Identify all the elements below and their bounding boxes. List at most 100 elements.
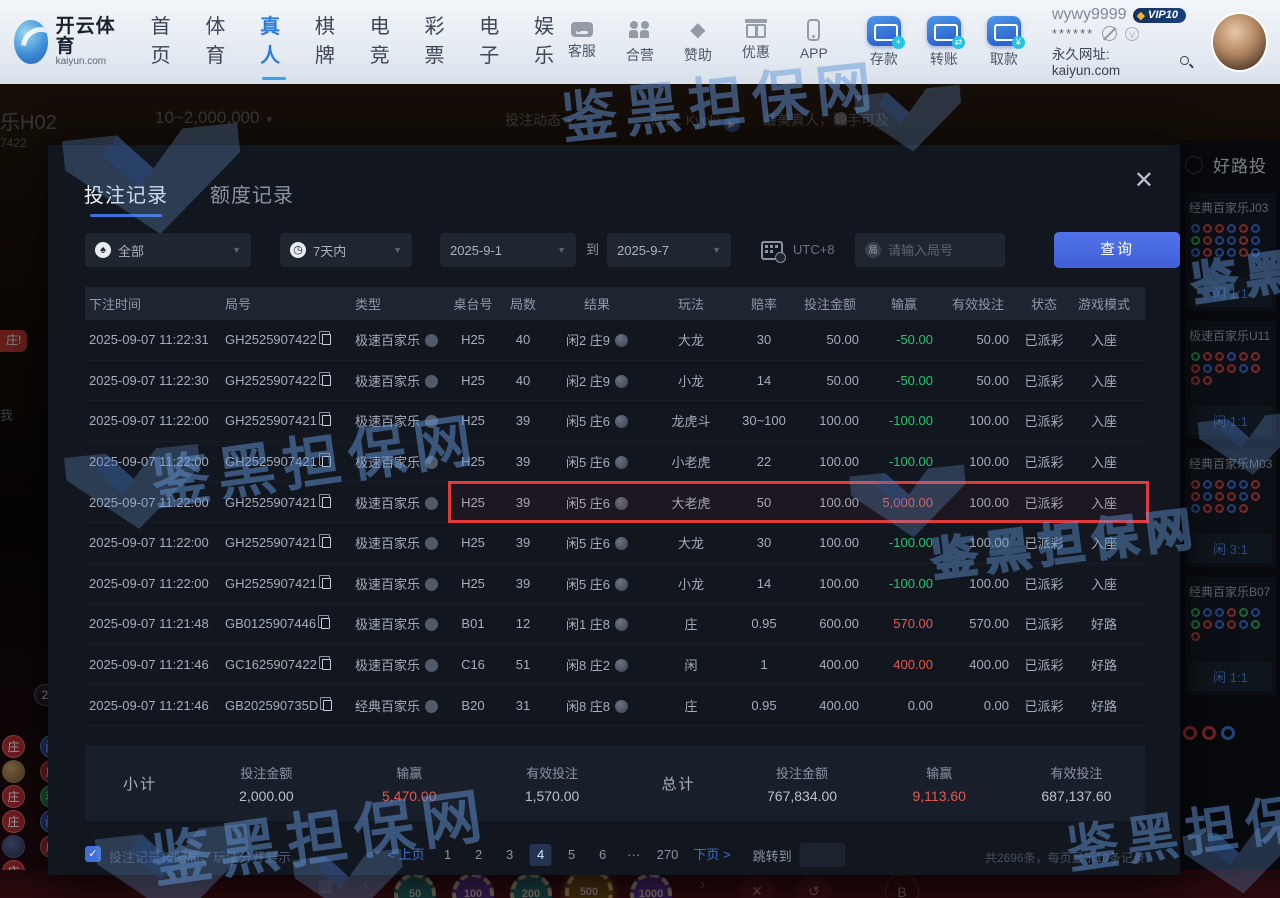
page-2[interactable]: 2 [468,844,490,866]
type-info-icon[interactable] [425,578,438,591]
col-header: 有效投注 [941,294,1015,313]
copy-icon[interactable] [322,537,331,548]
copy-icon[interactable] [322,659,331,670]
quick-link-客服[interactable]: 客服 [562,19,602,65]
page-3[interactable]: 3 [499,844,521,866]
result-detail-icon[interactable] [615,375,628,388]
avatar[interactable] [1213,14,1266,70]
copy-icon[interactable] [321,618,330,629]
modal-tabs: 投注记录 额度记录 [84,179,294,217]
table-row: 2025-09-07 11:22:30GH2525907422极速百家乐H254… [85,361,1145,402]
result-detail-icon[interactable] [615,334,628,347]
page-1[interactable]: 1 [437,844,459,866]
category-dropdown[interactable]: ♠ 全部▼ [85,233,251,267]
transfer-icon: ⇄ [927,16,961,46]
type-info-icon[interactable] [425,375,438,388]
withdraw-icon: ¥ [987,16,1021,46]
quick-link-优惠[interactable]: 优惠 [736,19,776,65]
ellipsis: ··· [623,844,645,866]
next-page-button[interactable]: 下页 > [690,844,733,866]
main-menu: 首页体育真人棋牌电竞彩票电子娱乐 [151,10,562,74]
table-row: 2025-09-07 11:21:46GC1625907422极速百家乐C165… [85,645,1145,686]
date-from-picker[interactable]: 2025-9-1▼ [440,233,576,267]
vip-badge: ◆VIP10 [1133,8,1186,23]
wallet-link-转账[interactable]: ⇄转账 [922,16,966,69]
copy-icon[interactable] [322,415,331,426]
result-detail-icon[interactable] [615,456,628,469]
eye-off-icon[interactable] [1102,26,1117,41]
copy-icon[interactable] [323,700,332,711]
tab-quota-records[interactable]: 额度记录 [210,179,294,217]
type-info-icon[interactable] [425,659,438,672]
col-header: 输赢 [867,294,941,313]
coin-icon[interactable]: V [1125,27,1139,41]
period-dropdown[interactable]: ◷ 7天内▼ [280,233,412,267]
phone-icon [807,19,820,41]
menu-item-2[interactable]: 体育 [205,10,233,74]
page-5[interactable]: 5 [561,844,583,866]
menu-item-5[interactable]: 电竞 [370,10,398,74]
col-header: 投注金额 [793,294,867,313]
total-label: 总计 [623,773,733,794]
result-detail-icon[interactable] [615,700,628,713]
logo-title: 开云体育 [56,17,117,57]
menu-item-7[interactable]: 电子 [479,10,507,74]
bet-records-table: 下注时间局号类型桌台号局数结果玩法赔率投注金额输赢有效投注状态游戏模式 2025… [85,287,1145,726]
copy-icon[interactable] [322,578,331,589]
quick-link-赞助[interactable]: ◆赞助 [678,19,718,65]
round-icon: 局 [865,242,881,258]
type-info-icon[interactable] [425,537,438,550]
site-logo[interactable]: 开云体育 kaiyun.com [14,17,117,67]
result-detail-icon[interactable] [615,578,628,591]
search-icon[interactable] [1180,56,1189,65]
copy-icon[interactable] [322,375,331,386]
result-detail-icon[interactable] [615,497,628,510]
col-header: 局数 [499,294,547,313]
tab-bet-records[interactable]: 投注记录 [84,179,168,217]
menu-item-4[interactable]: 棋牌 [315,10,343,74]
split-display-checkbox[interactable]: ✓ [85,846,101,862]
copy-icon[interactable] [322,497,331,508]
type-info-icon[interactable] [425,618,438,631]
wallet-link-存款[interactable]: +存款 [862,16,906,69]
query-button[interactable]: 查询 [1054,232,1180,268]
round-search-input[interactable] [888,243,995,258]
result-detail-icon[interactable] [615,537,628,550]
subtotal-amount: 2,000.00 [195,788,338,804]
quick-link-APP[interactable]: APP [794,19,834,65]
bet-records-modal: ✕ 投注记录额度记录 ♠ 全部▼ ◷ 7天内▼ 2025-9-1▼ 到 2025… [48,145,1180,875]
result-detail-icon[interactable] [615,618,628,631]
jump-label: 跳转到 [753,846,792,865]
type-info-icon[interactable] [425,456,438,469]
page-4[interactable]: 4 [530,844,552,866]
page-270[interactable]: 270 [654,844,682,866]
result-detail-icon[interactable] [615,659,628,672]
wallet-link-取款[interactable]: ¥取款 [982,16,1026,69]
col-header: 结果 [547,294,647,313]
type-info-icon[interactable] [425,497,438,510]
menu-item-6[interactable]: 彩票 [424,10,452,74]
prev-page-button[interactable]: < 上页 [384,844,427,866]
menu-item-3[interactable]: 真人 [260,10,288,74]
date-to-picker[interactable]: 2025-9-7▼ [607,233,731,267]
copy-icon[interactable] [322,334,331,345]
quick-link-合营[interactable]: 合营 [620,19,660,65]
type-info-icon[interactable] [425,415,438,428]
checkbox-label: 投注记录按照局、玩法分开展示 [109,847,291,866]
copy-icon[interactable] [322,456,331,467]
type-info-icon[interactable] [425,700,438,713]
menu-item-8[interactable]: 娱乐 [534,10,562,74]
spade-icon: ♠ [95,242,111,258]
jump-page-input[interactable] [800,843,846,867]
col-header: 游戏模式 [1073,294,1135,313]
col-header: 局号 [225,294,355,313]
close-icon[interactable]: ✕ [1134,169,1154,193]
menu-item-1[interactable]: 首页 [151,10,179,74]
type-info-icon[interactable] [425,334,438,347]
result-detail-icon[interactable] [615,415,628,428]
permanent-url: 永久网址: kaiyun.com [1052,43,1175,78]
timezone-label: UTC+8 [793,233,835,267]
page-6[interactable]: 6 [592,844,614,866]
table-row: 2025-09-07 11:21:46GB202590735D经典百家乐B203… [85,685,1145,726]
pagination-bar: ✓ 投注记录按照局、玩法分开展示 < 上页 123456 ··· 270 下页 > 跳转到… [85,843,1145,873]
